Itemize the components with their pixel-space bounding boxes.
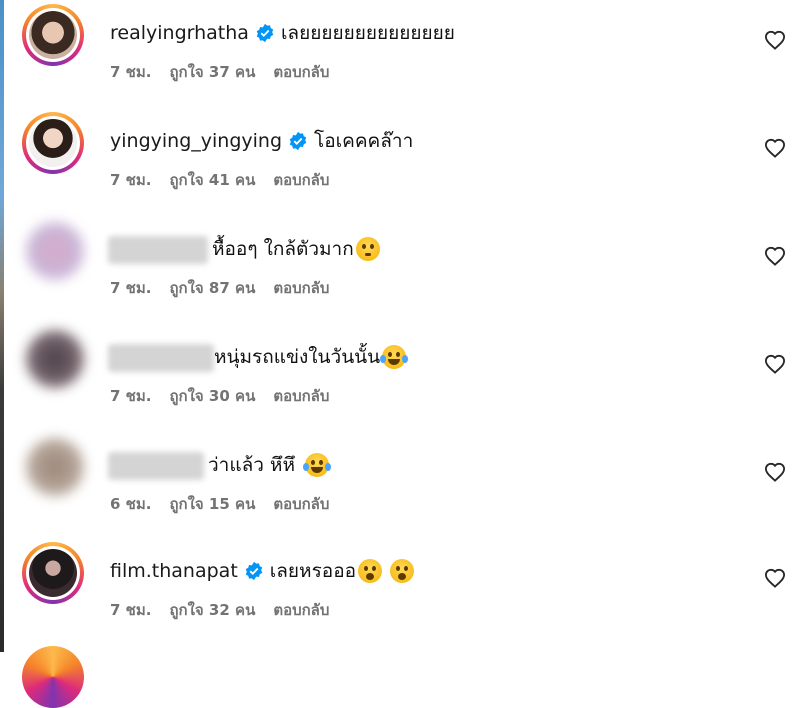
username[interactable]: yingying_yingying	[110, 130, 282, 152]
comment-item: yingying_yingying โอเคคคล๊าา 7 ชม. ถูกใจ…	[0, 112, 800, 220]
comment-line: yingying_yingying โอเคคคล๊าา	[110, 126, 413, 156]
username-redacted[interactable]	[108, 236, 208, 264]
comment-item: realyingrhatha เลยยยยยยยยยยยยยย 7 ชม. ถู…	[0, 4, 800, 112]
comment-item: หื้ออๆ ใกล้ตัวมาก 7 ชม. ถูกใจ 87 คน ตอบก…	[0, 220, 800, 328]
username[interactable]: realyingrhatha	[110, 22, 249, 44]
comment-time: 7 ชม.	[110, 171, 152, 189]
avatar[interactable]	[22, 112, 84, 174]
comment-text: หื้ออๆ ใกล้ตัวมาก	[212, 238, 354, 260]
heart-icon[interactable]	[764, 246, 786, 266]
reply-button[interactable]: ตอบกลับ	[273, 60, 329, 84]
like-count[interactable]: ถูกใจ 87 คน	[169, 276, 255, 300]
heart-icon[interactable]	[764, 568, 786, 588]
username[interactable]: film.thanapat	[110, 560, 238, 582]
comment-meta: 7 ชม. ถูกใจ 37 คน ตอบกลับ	[110, 60, 347, 84]
avatar[interactable]	[22, 646, 84, 708]
like-count[interactable]: ถูกใจ 30 คน	[169, 384, 255, 408]
flushed-face-emoji	[355, 237, 380, 261]
comment-line: หื้ออๆ ใกล้ตัวมาก	[212, 234, 380, 264]
avatar[interactable]	[26, 330, 84, 388]
comment-text: เลยหรอออ	[269, 560, 357, 582]
comment-item: ว่าแล้ว หึหึ 6 ชม. ถูกใจ 15 คน ตอบกลับ	[0, 436, 800, 544]
like-count[interactable]: ถูกใจ 41 คน	[169, 168, 255, 192]
comment-time: 7 ชม.	[110, 279, 152, 297]
comment-time: 7 ชม.	[110, 63, 152, 81]
comment-line: realyingrhatha เลยยยยยยยยยยยยยย	[110, 18, 455, 48]
comment-item: หนุ่มรถแข่งในวันนั้น 7 ชม. ถูกใจ 30 คน ต…	[0, 328, 800, 436]
verified-badge-icon	[289, 131, 307, 151]
avatar[interactable]	[22, 4, 84, 66]
surprised-face-emoji	[390, 559, 415, 583]
avatar[interactable]	[22, 542, 84, 604]
reply-button[interactable]: ตอบกลับ	[273, 168, 329, 192]
verified-badge-icon	[256, 23, 274, 43]
surprised-face-emoji	[358, 559, 383, 583]
comment-meta: 7 ชม. ถูกใจ 30 คน ตอบกลับ	[110, 384, 347, 408]
reply-button[interactable]: ตอบกลับ	[273, 598, 329, 622]
tears-of-joy-emoji	[380, 345, 409, 369]
avatar-image	[29, 119, 77, 167]
avatar-image	[29, 11, 77, 59]
avatar-image	[29, 549, 77, 597]
like-count[interactable]: ถูกใจ 32 คน	[169, 598, 255, 622]
tears-of-joy-emoji	[302, 453, 331, 477]
comment-text: หนุ่มรถแข่งในวันนั้น	[214, 346, 381, 368]
heart-icon[interactable]	[764, 462, 786, 482]
like-count[interactable]: ถูกใจ 37 คน	[169, 60, 255, 84]
comment-time: 7 ชม.	[110, 387, 152, 405]
comment-line: film.thanapat เลยหรอออ	[110, 556, 415, 586]
comment-meta: 7 ชม. ถูกใจ 87 คน ตอบกลับ	[110, 276, 347, 300]
comment-item: film.thanapat เลยหรอออ 7 ชม. ถูกใจ 32 คน…	[0, 542, 800, 650]
comment-text: โอเคคคล๊าา	[314, 130, 414, 152]
comment-line: หนุ่มรถแข่งในวันนั้น	[214, 342, 409, 372]
comment-text: เลยยยยยยยยยยยยยย	[280, 22, 455, 44]
like-count[interactable]: ถูกใจ 15 คน	[169, 492, 255, 516]
verified-badge-icon	[245, 561, 263, 581]
comment-time: 6 ชม.	[110, 495, 152, 513]
avatar[interactable]	[26, 222, 84, 280]
reply-button[interactable]: ตอบกลับ	[273, 492, 329, 516]
comment-text: ว่าแล้ว หึหึ	[208, 454, 295, 476]
heart-icon[interactable]	[764, 138, 786, 158]
username-redacted[interactable]	[108, 344, 214, 372]
comment-line: ว่าแล้ว หึหึ	[208, 450, 331, 480]
heart-icon[interactable]	[764, 30, 786, 50]
username-redacted[interactable]	[108, 452, 204, 480]
comment-meta: 6 ชม. ถูกใจ 15 คน ตอบกลับ	[110, 492, 347, 516]
avatar[interactable]	[26, 438, 84, 496]
reply-button[interactable]: ตอบกลับ	[273, 384, 329, 408]
comment-meta: 7 ชม. ถูกใจ 41 คน ตอบกลับ	[110, 168, 347, 192]
comment-time: 7 ชม.	[110, 601, 152, 619]
heart-icon[interactable]	[764, 354, 786, 374]
comment-meta: 7 ชม. ถูกใจ 32 คน ตอบกลับ	[110, 598, 347, 622]
reply-button[interactable]: ตอบกลับ	[273, 276, 329, 300]
